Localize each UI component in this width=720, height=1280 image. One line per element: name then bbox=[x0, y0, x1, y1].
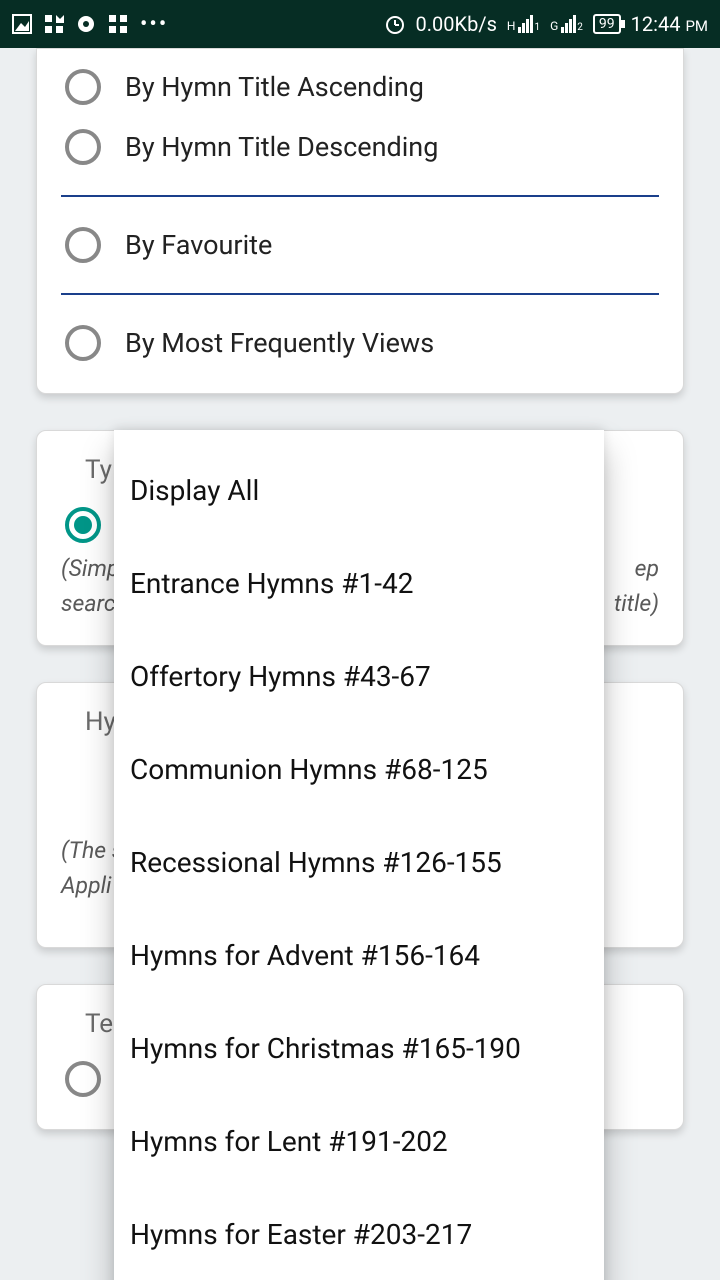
status-left: ••• bbox=[12, 12, 168, 37]
clock-time: 12:44 PM bbox=[631, 12, 708, 36]
sort-option-label: By Hymn Title Ascending bbox=[125, 71, 424, 103]
dropdown-item-display-all[interactable]: Display All bbox=[114, 444, 604, 537]
grid-icon bbox=[108, 14, 128, 34]
sort-option-most-views[interactable]: By Most Frequently Views bbox=[37, 313, 683, 373]
status-bar: ••• 0.00Kb/s H 1 G 2 99 12:44 PM bbox=[0, 0, 720, 48]
dropdown-item-offertory[interactable]: Offertory Hymns #43-67 bbox=[114, 630, 604, 723]
sort-card: By Hymn Title Ascending By Hymn Title De… bbox=[36, 48, 684, 394]
page-content: By Hymn Title Ascending By Hymn Title De… bbox=[0, 48, 720, 1280]
dropdown-item-recessional[interactable]: Recessional Hymns #126-155 bbox=[114, 816, 604, 909]
network-speed: 0.00Kb/s bbox=[416, 12, 497, 36]
dropdown-item-advent[interactable]: Hymns for Advent #156-164 bbox=[114, 909, 604, 1002]
dropdown-item-christmas[interactable]: Hymns for Christmas #165-190 bbox=[114, 1002, 604, 1095]
alarm-icon bbox=[384, 13, 406, 35]
sort-option-title-desc[interactable]: By Hymn Title Descending bbox=[37, 117, 683, 177]
radio-icon bbox=[65, 129, 101, 165]
picture-icon bbox=[12, 14, 32, 34]
radio-icon bbox=[65, 69, 101, 105]
hymn-category-dropdown: Display All Entrance Hymns #1-42 Offerto… bbox=[114, 430, 604, 1280]
sort-option-label: By Hymn Title Descending bbox=[125, 131, 438, 163]
sort-option-label: By Favourite bbox=[125, 229, 272, 261]
sim1-signal-icon: H 1 bbox=[507, 15, 540, 33]
dropdown-item-communion[interactable]: Communion Hymns #68-125 bbox=[114, 723, 604, 816]
grid-plus-icon bbox=[44, 14, 64, 34]
sort-option-label: By Most Frequently Views bbox=[125, 327, 434, 359]
dropdown-item-lent[interactable]: Hymns for Lent #191-202 bbox=[114, 1095, 604, 1188]
radio-icon bbox=[65, 507, 101, 543]
sort-option-title-asc[interactable]: By Hymn Title Ascending bbox=[37, 57, 683, 117]
battery-icon: 99 bbox=[593, 14, 621, 34]
dropdown-item-entrance[interactable]: Entrance Hymns #1-42 bbox=[114, 537, 604, 630]
sim2-signal-icon: G 2 bbox=[550, 15, 583, 33]
sort-option-favourite[interactable]: By Favourite bbox=[37, 215, 683, 275]
radio-icon bbox=[65, 227, 101, 263]
divider bbox=[61, 293, 659, 295]
dropdown-item-easter[interactable]: Hymns for Easter #203-217 bbox=[114, 1188, 604, 1280]
more-icon: ••• bbox=[140, 12, 168, 37]
disc-icon bbox=[76, 14, 96, 34]
divider bbox=[61, 195, 659, 197]
radio-icon bbox=[65, 1061, 101, 1097]
radio-icon bbox=[65, 325, 101, 361]
status-right: 0.00Kb/s H 1 G 2 99 12:44 PM bbox=[384, 12, 708, 36]
